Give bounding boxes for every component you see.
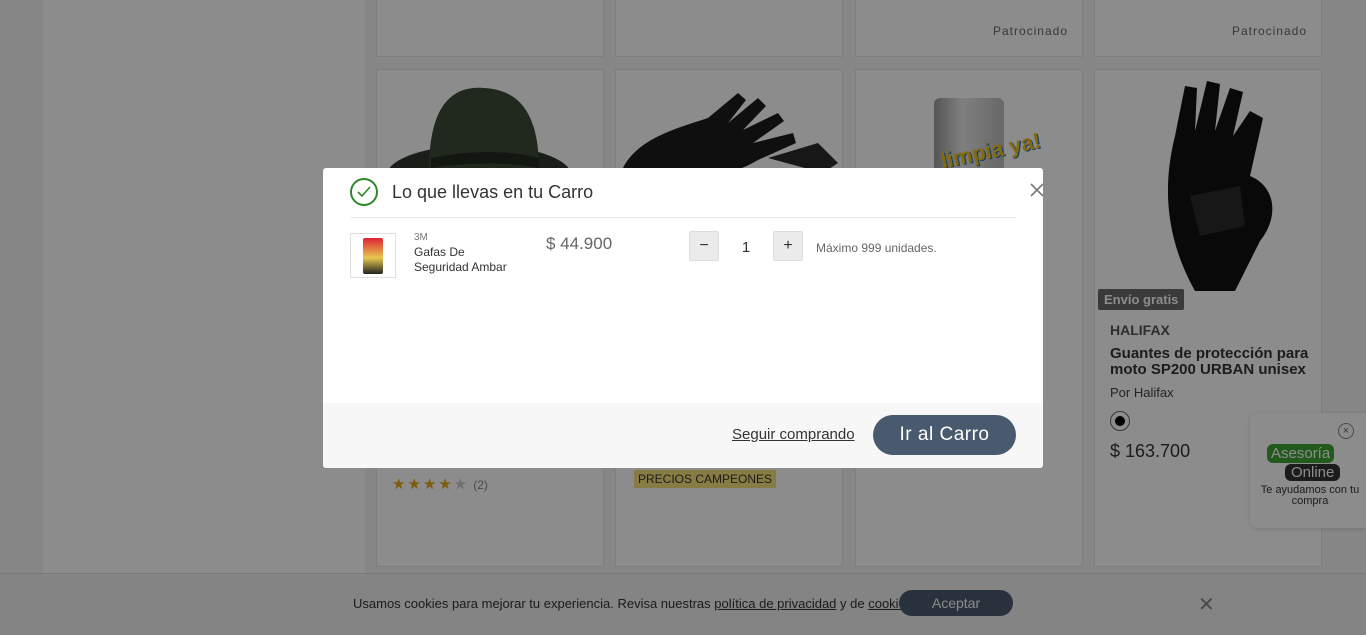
item-brand: 3M — [414, 232, 428, 243]
keep-shopping-link[interactable]: Seguir comprando — [732, 426, 855, 443]
cart-modal: Lo que llevas en tu Carro 3M Gafas De Se… — [323, 168, 1043, 468]
modal-title: Lo que llevas en tu Carro — [392, 182, 594, 202]
close-icon[interactable] — [1029, 182, 1043, 198]
quantity-value[interactable]: 1 — [733, 239, 759, 256]
item-name: Gafas De Seguridad Ambar — [414, 245, 507, 274]
item-thumbnail — [350, 233, 396, 278]
modal-header: Lo que llevas en tu Carro — [350, 168, 1043, 218]
check-circle-icon — [350, 178, 378, 206]
item-price: $ 44.900 — [546, 234, 613, 253]
quantity-increase-button[interactable]: + — [773, 231, 803, 261]
max-units-note: Máximo 999 unidades. — [816, 241, 937, 255]
quantity-decrease-button[interactable]: − — [689, 231, 719, 261]
go-to-cart-button[interactable]: Ir al Carro — [873, 415, 1016, 455]
modal-footer: Seguir comprando Ir al Carro — [323, 403, 1043, 468]
